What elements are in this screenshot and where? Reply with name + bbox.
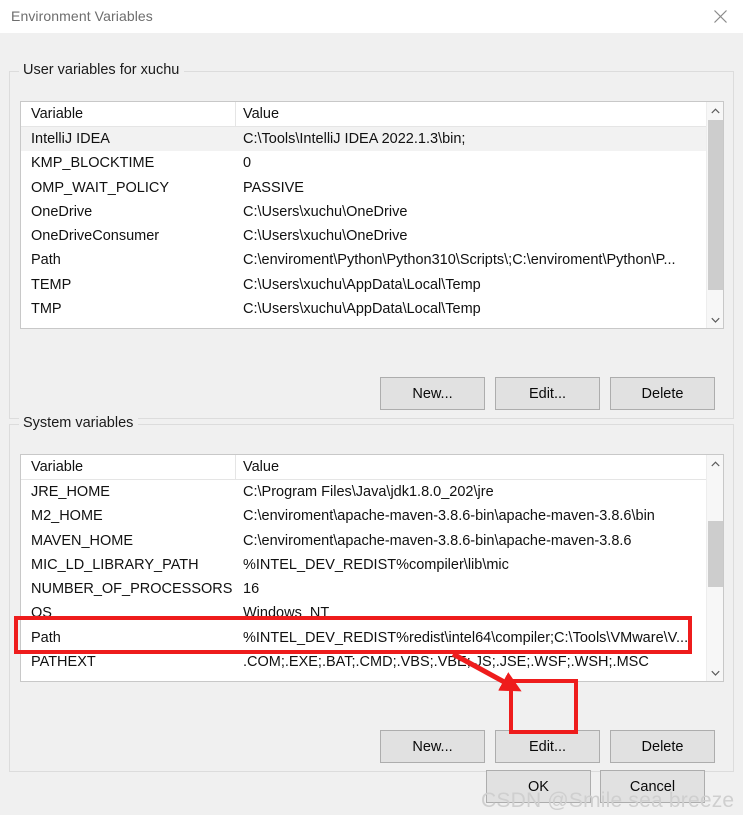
system-col-value: Value	[243, 459, 280, 475]
user-variables-legend: User variables for xuchu	[19, 62, 185, 78]
row-value: C:\Users\xuchu\AppData\Local\Temp	[243, 276, 481, 293]
table-row[interactable]: OneDrive C:\Users\xuchu\OneDrive	[21, 200, 707, 224]
chevron-up-icon[interactable]	[707, 455, 723, 472]
row-value: C:\Tools\IntelliJ IDEA 2022.1.3\bin;	[243, 131, 466, 147]
row-variable: OneDrive	[31, 203, 93, 220]
system-delete-button[interactable]: Delete	[610, 730, 715, 763]
row-value: C:\Users\xuchu\AppData\Local\Temp	[243, 301, 481, 318]
user-list-scrollbar-thumb[interactable]	[708, 120, 723, 290]
row-value: 0	[243, 155, 252, 172]
system-list-scrollbar-thumb[interactable]	[708, 521, 723, 587]
row-value: C:\enviroment\apache-maven-3.8.6-bin\apa…	[243, 532, 632, 549]
cancel-button[interactable]: Cancel	[600, 770, 705, 803]
system-col-variable: Variable	[31, 459, 84, 475]
environment-variables-dialog: Environment Variables User variables for…	[0, 0, 743, 815]
system-variables-group: System variables Variable Value JRE_HOME…	[9, 415, 734, 772]
chevron-down-icon[interactable]	[707, 311, 723, 328]
row-value: C:\Users\xuchu\OneDrive	[243, 203, 408, 220]
window-title: Environment Variables	[11, 8, 153, 24]
row-value: C:\Program Files\Java\jdk1.8.0_202\jre	[243, 484, 494, 500]
table-row[interactable]: TMP C:\Users\xuchu\AppData\Local\Temp	[21, 297, 707, 321]
row-variable: TMP	[31, 301, 62, 318]
row-variable: OS	[31, 605, 52, 622]
user-col-variable: Variable	[31, 106, 84, 122]
row-value: Windows_NT	[243, 605, 330, 622]
user-delete-button[interactable]: Delete	[610, 377, 715, 410]
table-row[interactable]: JRE_HOME C:\Program Files\Java\jdk1.8.0_…	[21, 480, 707, 504]
table-row[interactable]: MAVEN_HOME C:\enviroment\apache-maven-3.…	[21, 529, 707, 553]
row-value: C:\enviroment\apache-maven-3.8.6-bin\apa…	[243, 508, 655, 525]
row-variable: JRE_HOME	[31, 484, 110, 500]
dialog-body: User variables for xuchu Variable Value …	[0, 33, 743, 815]
row-variable: Path	[31, 629, 61, 646]
title-bar: Environment Variables	[0, 0, 743, 33]
row-variable: Path	[31, 252, 61, 269]
row-value: .COM;.EXE;.BAT;.CMD;.VBS;.VBE;.JS;.JSE;.…	[243, 654, 649, 671]
user-new-button[interactable]: New...	[380, 377, 485, 410]
row-variable: OMP_WAIT_POLICY	[31, 179, 170, 196]
ok-button[interactable]: OK	[486, 770, 591, 803]
table-row[interactable]: Path C:\enviroment\Python\Python310\Scri…	[21, 248, 707, 272]
system-variables-legend: System variables	[19, 415, 139, 431]
user-table-header: Variable Value	[21, 102, 707, 127]
system-list-scrollbar[interactable]	[706, 455, 723, 681]
row-value: C:\enviroment\Python\Python310\Scripts\;…	[243, 252, 676, 269]
row-value: C:\Users\xuchu\OneDrive	[243, 228, 408, 245]
table-row[interactable]: KMP_BLOCKTIME 0	[21, 151, 707, 175]
system-edit-button[interactable]: Edit...	[495, 730, 600, 763]
system-variables-rows: Variable Value JRE_HOME C:\Program Files…	[21, 455, 707, 681]
row-variable: NUMBER_OF_PROCESSORS	[31, 581, 233, 598]
row-value: %INTEL_DEV_REDIST%redist\intel64\compile…	[243, 629, 689, 646]
row-variable: MIC_LD_LIBRARY_PATH	[31, 556, 199, 573]
system-variables-list[interactable]: Variable Value JRE_HOME C:\Program Files…	[20, 454, 724, 682]
row-variable: MAVEN_HOME	[31, 532, 134, 549]
row-variable: TEMP	[31, 276, 72, 293]
table-row[interactable]: IntelliJ IDEA C:\Tools\IntelliJ IDEA 202…	[21, 127, 707, 152]
table-row[interactable]: MIC_LD_LIBRARY_PATH %INTEL_DEV_REDIST%co…	[21, 553, 707, 577]
table-row[interactable]: PATHEXT .COM;.EXE;.BAT;.CMD;.VBS;.VBE;.J…	[21, 650, 707, 674]
table-row-path[interactable]: Path %INTEL_DEV_REDIST%redist\intel64\co…	[21, 626, 707, 650]
row-variable: PATHEXT	[31, 654, 96, 671]
table-row[interactable]: OS Windows_NT	[21, 601, 707, 625]
user-variables-rows: Variable Value IntelliJ IDEA C:\Tools\In…	[21, 102, 707, 328]
table-row[interactable]: OMP_WAIT_POLICY PASSIVE	[21, 176, 707, 200]
row-value: 16	[243, 581, 260, 598]
row-variable: IntelliJ IDEA	[31, 131, 110, 147]
user-variables-group: User variables for xuchu Variable Value …	[9, 62, 734, 419]
user-col-value: Value	[243, 106, 280, 122]
row-variable: OneDriveConsumer	[31, 228, 160, 245]
table-row[interactable]: OneDriveConsumer C:\Users\xuchu\OneDrive	[21, 224, 707, 248]
chevron-up-icon[interactable]	[707, 102, 723, 119]
table-row[interactable]: NUMBER_OF_PROCESSORS 16	[21, 577, 707, 601]
close-icon[interactable]	[697, 0, 743, 33]
system-table-header: Variable Value	[21, 455, 707, 480]
table-row[interactable]: M2_HOME C:\enviroment\apache-maven-3.8.6…	[21, 504, 707, 528]
user-variables-list[interactable]: Variable Value IntelliJ IDEA C:\Tools\In…	[20, 101, 724, 329]
system-new-button[interactable]: New...	[380, 730, 485, 763]
chevron-down-icon[interactable]	[707, 664, 723, 681]
row-value: PASSIVE	[243, 179, 304, 196]
row-value: %INTEL_DEV_REDIST%compiler\lib\mic	[243, 556, 509, 573]
row-variable: M2_HOME	[31, 508, 103, 525]
table-row[interactable]: TEMP C:\Users\xuchu\AppData\Local\Temp	[21, 273, 707, 297]
user-edit-button[interactable]: Edit...	[495, 377, 600, 410]
row-variable: KMP_BLOCKTIME	[31, 155, 155, 172]
user-list-scrollbar[interactable]	[706, 102, 723, 328]
